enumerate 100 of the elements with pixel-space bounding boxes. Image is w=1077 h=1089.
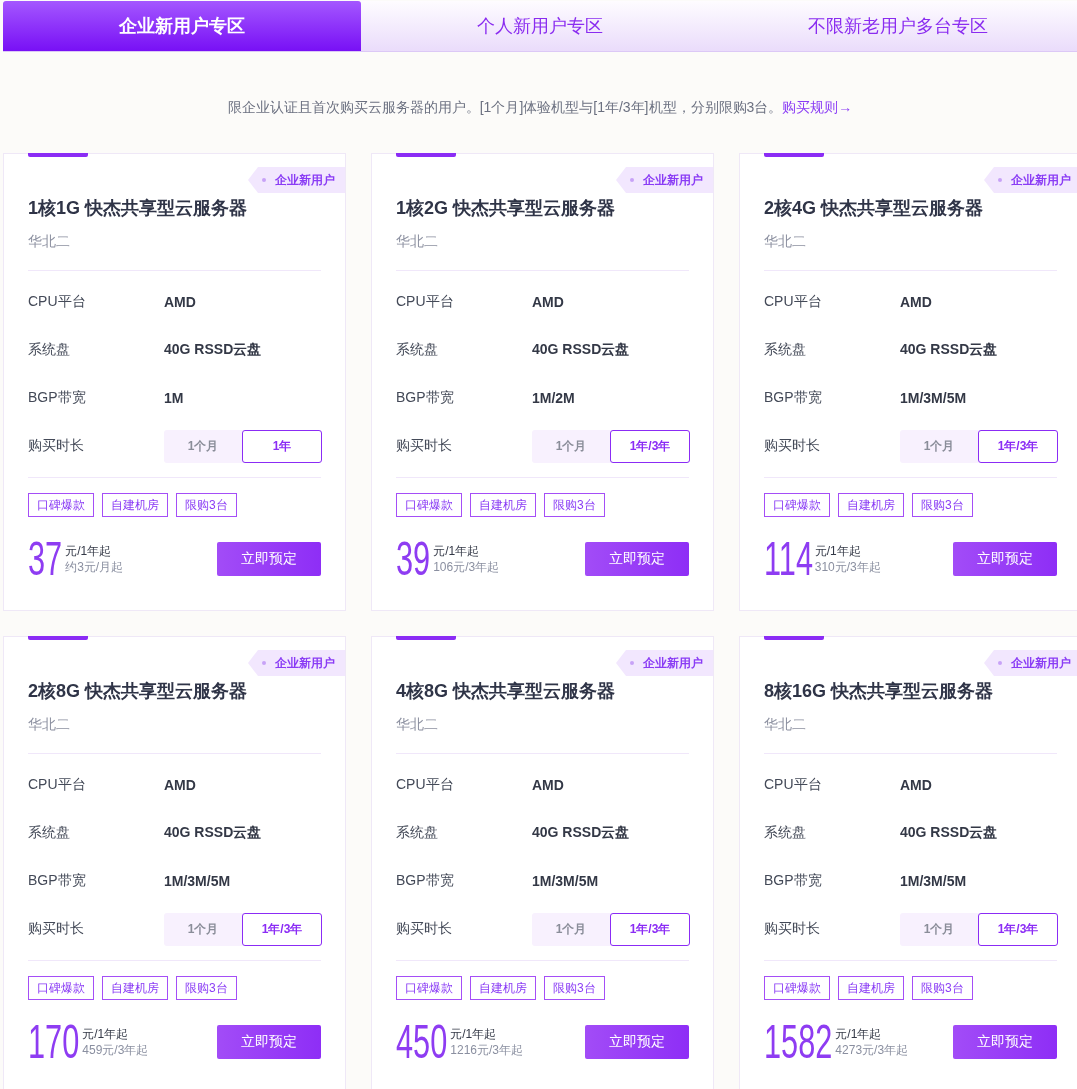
product-title: 1核1G 快杰共享型云服务器 bbox=[28, 197, 249, 220]
feature-tag: 自建机房 bbox=[470, 493, 536, 517]
feature-tag: 自建机房 bbox=[102, 976, 168, 1000]
price-note: 约3元/月起 bbox=[65, 559, 124, 575]
feature-tag: 限购3台 bbox=[544, 976, 605, 1000]
spec-label: BGP带宽 bbox=[396, 872, 455, 890]
spec-label: 购买时长 bbox=[396, 920, 453, 938]
duration-option[interactable]: 1年/3年 bbox=[242, 912, 322, 946]
spec-label: BGP带宽 bbox=[28, 389, 87, 407]
product-title: 1核2G 快杰共享型云服务器 bbox=[396, 197, 617, 220]
spec-label: CPU平台 bbox=[396, 293, 455, 311]
spec-label: CPU平台 bbox=[28, 293, 87, 311]
accent-bar bbox=[28, 153, 88, 157]
region-label: 华北二 bbox=[764, 715, 807, 734]
spec-value: AMD bbox=[900, 294, 933, 310]
order-button[interactable]: 立即预定 bbox=[217, 542, 321, 576]
spec-value: 40G RSSD云盘 bbox=[900, 341, 999, 359]
spec-label: CPU平台 bbox=[764, 293, 823, 311]
feature-tag: 口碑爆款 bbox=[396, 976, 462, 1000]
region-label: 华北二 bbox=[396, 232, 439, 251]
duration-option[interactable]: 1年/3年 bbox=[978, 912, 1058, 946]
spec-label: 系统盘 bbox=[764, 341, 807, 359]
region-label: 华北二 bbox=[764, 232, 807, 251]
spec-label: 系统盘 bbox=[396, 824, 439, 842]
duration-option[interactable]: 1个月 bbox=[532, 912, 610, 946]
accent-bar bbox=[764, 636, 824, 640]
spec-label: 系统盘 bbox=[28, 341, 71, 359]
spec-value: 40G RSSD云盘 bbox=[164, 341, 263, 359]
duration-option[interactable]: 1年 bbox=[242, 429, 322, 463]
ribbon-text: 企业新用户 bbox=[275, 171, 335, 189]
price-amount: 450 bbox=[396, 1024, 448, 1060]
spec-value: 1M/3M/5M bbox=[532, 873, 600, 889]
price-note: 106元/3年起 bbox=[433, 559, 500, 575]
price-note: 4273元/3年起 bbox=[835, 1042, 909, 1058]
product-title: 2核8G 快杰共享型云服务器 bbox=[28, 680, 249, 703]
accent-bar bbox=[28, 636, 88, 640]
region-label: 华北二 bbox=[28, 232, 71, 251]
region-label: 华北二 bbox=[396, 715, 439, 734]
spec-label: CPU平台 bbox=[764, 776, 823, 794]
spec-value: AMD bbox=[164, 777, 197, 793]
price-unit: 元/1年起 bbox=[82, 1026, 130, 1042]
order-button[interactable]: 立即预定 bbox=[585, 542, 689, 576]
price-unit: 元/1年起 bbox=[835, 1026, 883, 1042]
feature-tag: 自建机房 bbox=[470, 976, 536, 1000]
price-unit: 元/1年起 bbox=[65, 543, 113, 559]
duration-option[interactable]: 1年/3年 bbox=[978, 429, 1058, 463]
spec-value: AMD bbox=[900, 777, 933, 793]
order-button[interactable]: 立即预定 bbox=[953, 542, 1057, 576]
spec-label: CPU平台 bbox=[28, 776, 87, 794]
price-amount: 170 bbox=[28, 1024, 80, 1060]
feature-tag: 口碑爆款 bbox=[764, 493, 830, 517]
duration-option[interactable]: 1个月 bbox=[164, 429, 242, 463]
dot-icon bbox=[262, 661, 266, 665]
spec-label: BGP带宽 bbox=[28, 872, 87, 890]
duration-option[interactable]: 1个月 bbox=[532, 429, 610, 463]
dot-icon bbox=[998, 661, 1002, 665]
spec-value: 40G RSSD云盘 bbox=[164, 824, 263, 842]
dot-icon bbox=[630, 661, 634, 665]
spec-value: 1M/2M bbox=[532, 390, 576, 406]
spec-value: AMD bbox=[532, 777, 565, 793]
spec-label: 系统盘 bbox=[764, 824, 807, 842]
dot-icon bbox=[998, 178, 1002, 182]
spec-value: AMD bbox=[164, 294, 197, 310]
spec-value: 1M bbox=[164, 390, 185, 406]
spec-value: AMD bbox=[532, 294, 565, 310]
spec-label: 购买时长 bbox=[764, 437, 821, 455]
price-unit: 元/1年起 bbox=[450, 1026, 498, 1042]
zone-tab[interactable]: 企业新用户专区 bbox=[3, 1, 361, 51]
rules-link[interactable]: 购买规则→ bbox=[782, 99, 853, 115]
spec-label: CPU平台 bbox=[396, 776, 455, 794]
price-amount: 1582 bbox=[764, 1024, 833, 1060]
duration-option[interactable]: 1年/3年 bbox=[610, 912, 690, 946]
feature-tag: 限购3台 bbox=[912, 976, 973, 1000]
ribbon-text: 企业新用户 bbox=[1011, 171, 1071, 189]
spec-value: 40G RSSD云盘 bbox=[900, 824, 999, 842]
duration-option[interactable]: 1个月 bbox=[900, 429, 978, 463]
ribbon-text: 企业新用户 bbox=[275, 654, 335, 672]
dot-icon bbox=[630, 178, 634, 182]
feature-tag: 口碑爆款 bbox=[764, 976, 830, 1000]
duration-option[interactable]: 1年/3年 bbox=[610, 429, 690, 463]
duration-option[interactable]: 1个月 bbox=[900, 912, 978, 946]
product-title: 8核16G 快杰共享型云服务器 bbox=[764, 680, 995, 703]
order-button[interactable]: 立即预定 bbox=[585, 1025, 689, 1059]
order-button[interactable]: 立即预定 bbox=[953, 1025, 1057, 1059]
price-note: 1216元/3年起 bbox=[450, 1042, 523, 1058]
zone-tab[interactable]: 不限新老用户多台专区 bbox=[719, 1, 1077, 51]
price-amount: 37 bbox=[28, 541, 63, 577]
feature-tag: 限购3台 bbox=[176, 976, 237, 1000]
order-button[interactable]: 立即预定 bbox=[217, 1025, 321, 1059]
zone-tab[interactable]: 个人新用户专区 bbox=[361, 1, 719, 51]
spec-value: 1M/3M/5M bbox=[900, 873, 968, 889]
feature-tag: 自建机房 bbox=[838, 976, 904, 1000]
duration-option[interactable]: 1个月 bbox=[164, 912, 242, 946]
feature-tag: 口碑爆款 bbox=[28, 493, 94, 517]
region-label: 华北二 bbox=[28, 715, 71, 734]
spec-label: BGP带宽 bbox=[396, 389, 455, 407]
price-amount: 114 bbox=[764, 541, 813, 577]
spec-label: 系统盘 bbox=[396, 341, 439, 359]
feature-tag: 限购3台 bbox=[912, 493, 973, 517]
feature-tag: 自建机房 bbox=[102, 493, 168, 517]
